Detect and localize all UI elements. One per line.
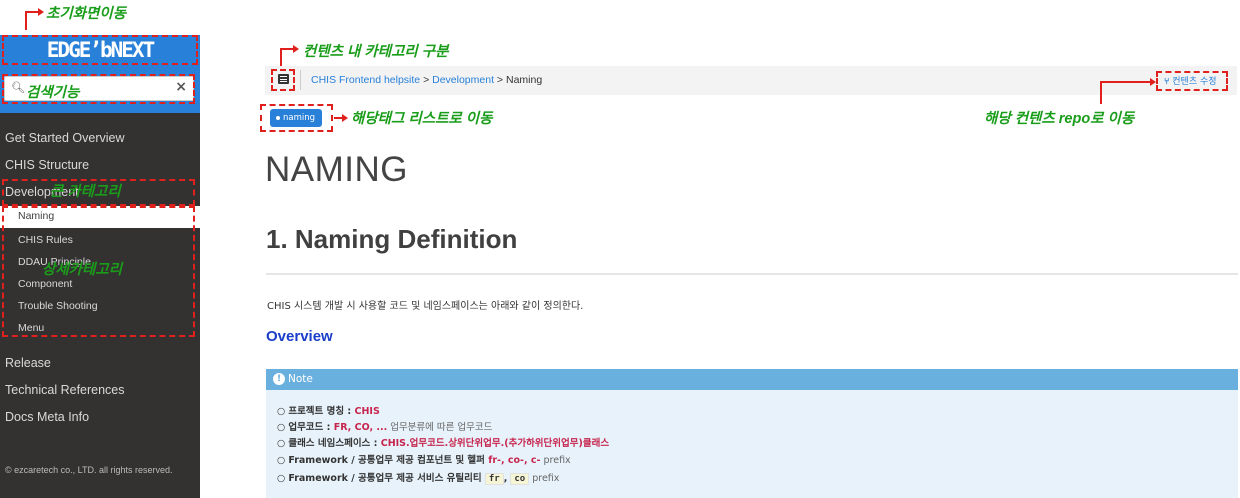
annotation-search: 검색기능 [26, 85, 80, 101]
annotation-detail-category: 상세카테고리 [42, 262, 123, 278]
annotation-repo: 해당 컨텐츠 repo로 이동 [984, 111, 1135, 127]
annotation-home: 초기화면이동 [46, 6, 127, 22]
annotation-tag-list: 해당태그 리스트로 이동 [351, 111, 493, 127]
annotation-category-inside: 컨텐츠 내 카테고리 구분 [303, 44, 449, 60]
annotation-big-category: 큰 카테고리 [50, 184, 121, 200]
annotation-arrows [25, 8, 1156, 122]
